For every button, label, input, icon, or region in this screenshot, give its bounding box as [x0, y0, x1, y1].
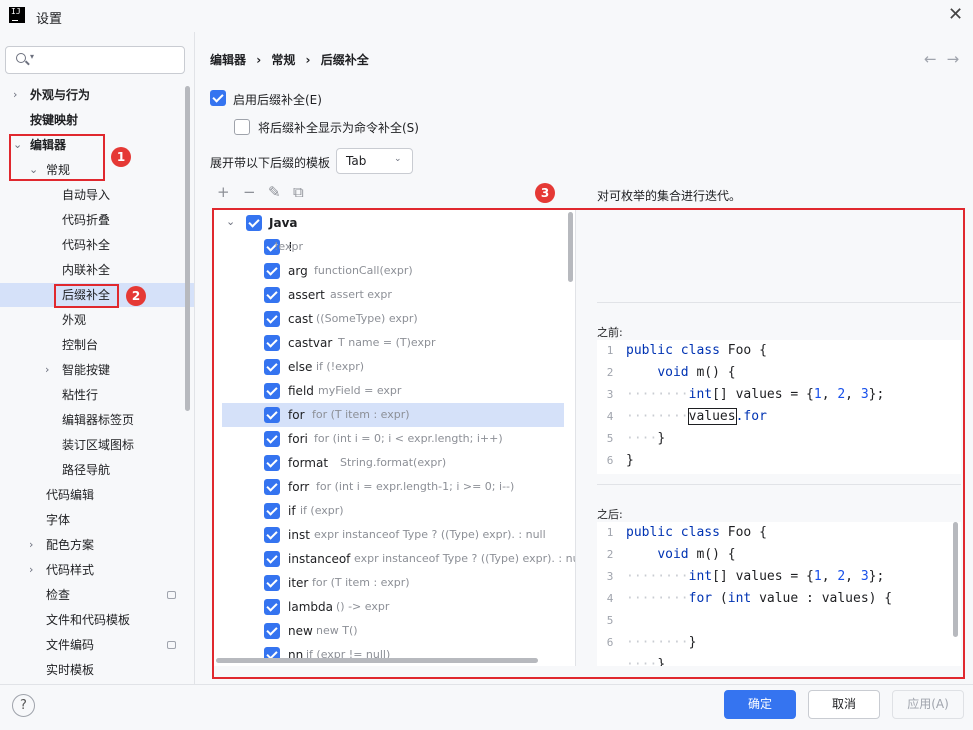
project-scope-icon: [167, 591, 176, 599]
add-icon[interactable]: +: [217, 183, 230, 201]
settings-tree-pane: ▾ › 外观与行为 按键映射 ⌄ 编辑器 ⌄ 常规 自动导入 代码折叠 代码补全 内联补全 后缀补全外…: [0, 32, 194, 684]
tree-item[interactable]: 智能按键: [62, 359, 110, 381]
tree-item[interactable]: 外观与行为: [30, 84, 90, 106]
app-logo-icon: IJ: [9, 7, 25, 23]
expand-key-select[interactable]: Tab ⌄: [336, 148, 413, 174]
tree-item[interactable]: 文件编码: [46, 634, 94, 656]
breadcrumb-item: 编辑器: [210, 53, 247, 67]
cancel-button[interactable]: 取消: [808, 690, 880, 719]
tree-item[interactable]: 配色方案: [46, 534, 94, 556]
divider: [194, 32, 195, 684]
help-button[interactable]: ?: [12, 694, 35, 717]
forward-arrow-icon[interactable]: →: [947, 50, 970, 68]
tree-item[interactable]: 实时模板: [46, 659, 94, 681]
back-arrow-icon[interactable]: ←: [924, 50, 947, 68]
close-icon[interactable]: ✕: [948, 4, 963, 25]
tree-item[interactable]: 检查: [46, 584, 70, 606]
search-input[interactable]: ▾: [5, 46, 185, 74]
tree-item[interactable]: 粘性行: [62, 384, 98, 406]
chevron-down-icon: ⌄: [394, 154, 402, 164]
annotation-marker-3: 3: [535, 183, 555, 203]
project-scope-icon: [167, 641, 176, 649]
tree-scrollbar[interactable]: [185, 86, 190, 411]
tree-item[interactable]: 编辑器标签页: [62, 409, 134, 431]
annotation-box-templates: [212, 208, 965, 679]
breadcrumb: 编辑器 › 常规 › 后缀补全: [210, 51, 375, 68]
breadcrumb-item: 后缀补全: [320, 53, 369, 67]
tree-item[interactable]: 代码样式: [46, 559, 94, 581]
annotation-box-postfix: [54, 284, 119, 308]
title-bar: IJ 设置 ✕: [0, 0, 973, 32]
annotation-marker-1: 1: [111, 147, 131, 167]
chevron-right-icon[interactable]: ›: [13, 84, 17, 106]
breadcrumb-item: 常规: [271, 53, 296, 67]
template-description: 对可枚举的集合进行迭代。: [597, 189, 742, 203]
tree-item[interactable]: 文件和代码模板: [46, 609, 130, 631]
remove-icon[interactable]: −: [243, 183, 256, 201]
show-as-command-checkbox[interactable]: [234, 119, 250, 135]
tree-item[interactable]: 控制台: [62, 334, 98, 356]
chevron-down-icon: ▾: [30, 52, 35, 61]
tree-item[interactable]: 代码编辑: [46, 484, 94, 506]
chevron-right-icon[interactable]: ›: [29, 559, 33, 581]
tree-item[interactable]: 代码补全: [62, 234, 110, 256]
chevron-right-icon[interactable]: ›: [45, 359, 49, 381]
breadcrumb-separator: ›: [256, 53, 262, 67]
tree-item[interactable]: 外观: [62, 309, 86, 331]
tree-item[interactable]: 自动导入: [62, 184, 110, 206]
apply-button[interactable]: 应用(A): [892, 690, 964, 719]
annotation-marker-2: 2: [126, 286, 146, 306]
expand-key-value: Tab: [346, 154, 367, 168]
ok-button[interactable]: 确定: [724, 690, 796, 719]
tree-item[interactable]: 按键映射: [30, 109, 78, 131]
tree-item[interactable]: 字体: [46, 509, 70, 531]
search-icon: [16, 53, 26, 63]
nav-arrows: ←→: [924, 50, 969, 68]
copy-icon[interactable]: ⧉: [293, 183, 304, 201]
edit-icon[interactable]: ✎: [268, 183, 281, 201]
chevron-right-icon[interactable]: ›: [29, 534, 33, 556]
enable-postfix-checkbox[interactable]: [210, 90, 226, 106]
tree-item[interactable]: 内联补全: [62, 259, 110, 281]
tree-item[interactable]: 路径导航: [62, 459, 110, 481]
tree-item[interactable]: 代码折叠: [62, 209, 110, 231]
enable-postfix-label: 启用后缀补全(E): [233, 93, 322, 107]
show-as-command-label: 将后缀补全显示为命令补全(S): [258, 121, 419, 135]
breadcrumb-separator: ›: [305, 53, 311, 67]
annotation-box-editor: [9, 134, 105, 181]
bottom-bar: ? 确定 取消 应用(A): [0, 684, 973, 730]
expand-key-label: 展开带以下后缀的模板: [210, 156, 331, 170]
window-title: 设置: [36, 12, 63, 27]
tree-item[interactable]: 装订区域图标: [62, 434, 134, 456]
